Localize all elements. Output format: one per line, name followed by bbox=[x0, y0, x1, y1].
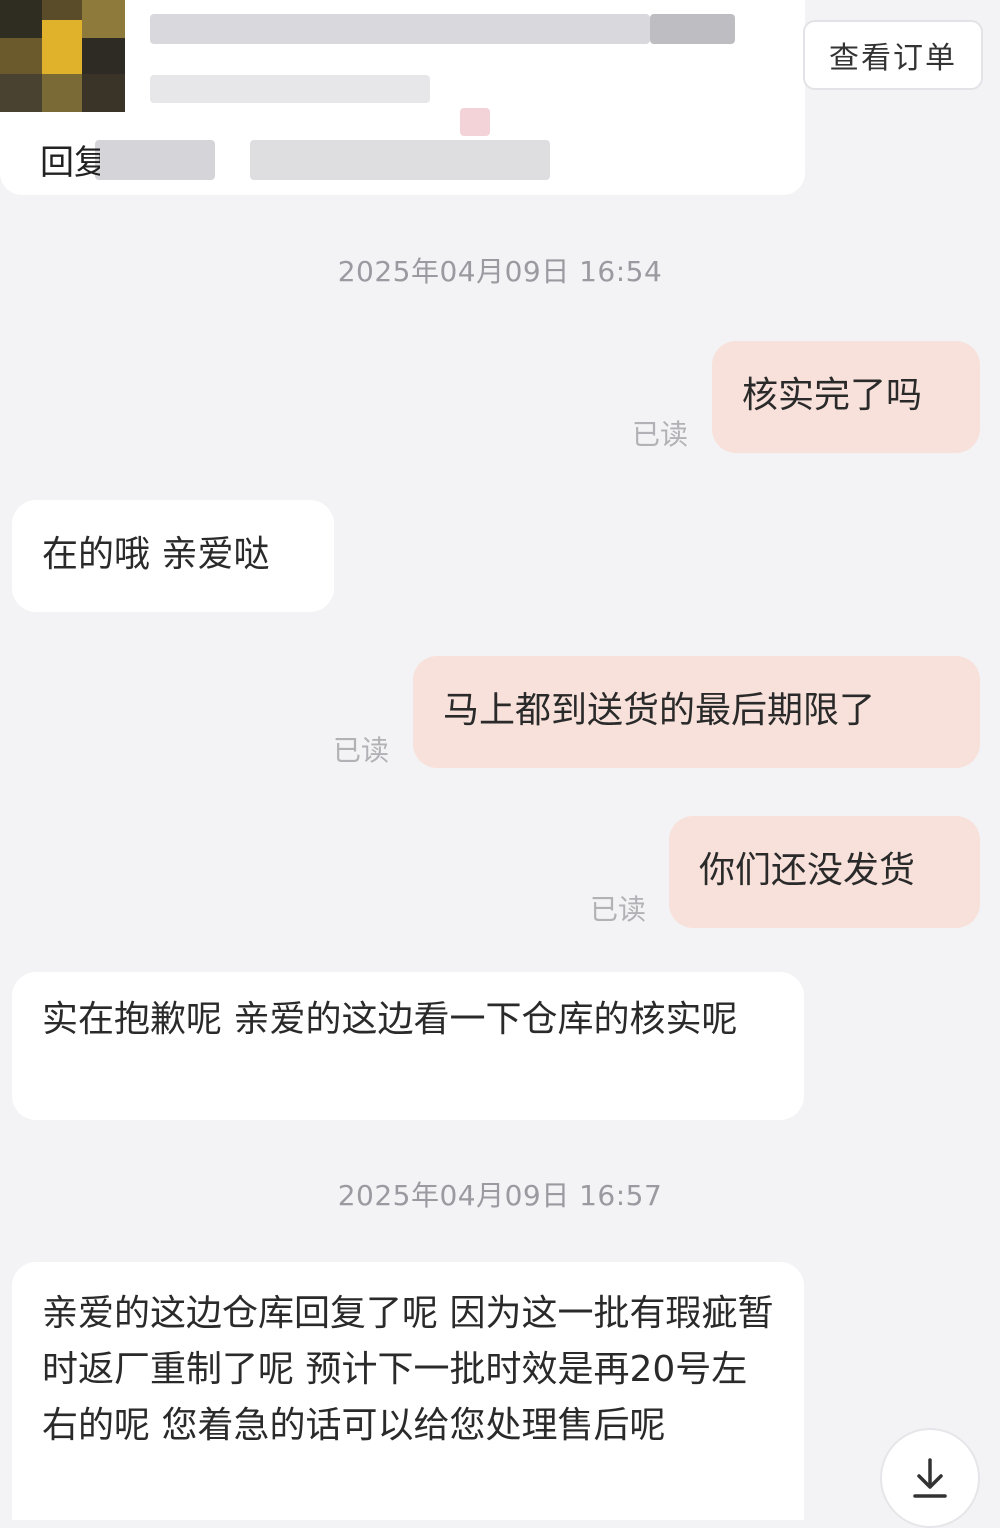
obscured-title bbox=[150, 14, 650, 44]
product-thumbnail bbox=[0, 0, 125, 112]
read-receipt: 已读 bbox=[590, 893, 647, 926]
scroll-to-bottom-button[interactable] bbox=[880, 1428, 980, 1528]
message-timestamp: 2025年04月09日 16:57 bbox=[337, 1179, 663, 1212]
obscured-price-mark bbox=[460, 108, 490, 136]
message-timestamp: 2025年04月09日 16:54 bbox=[337, 255, 663, 288]
arrow-down-to-line-icon bbox=[913, 1458, 947, 1498]
outgoing-message[interactable]: 马上都到送货的最后期限了 bbox=[413, 656, 980, 768]
chat-header: 回复 查看订单 bbox=[0, 0, 1000, 195]
read-receipt: 已读 bbox=[333, 734, 390, 767]
obscured-text bbox=[250, 140, 550, 180]
view-order-button[interactable]: 查看订单 bbox=[803, 20, 983, 90]
obscured-title-part bbox=[650, 14, 735, 44]
incoming-message[interactable]: 实在抱歉呢 亲爱的这边看一下仓库的核实呢 bbox=[12, 972, 804, 1120]
incoming-message[interactable]: 亲爱的这边仓库回复了呢 因为这一批有瑕疵暂时返厂重制了呢 预计下一批时效是再20… bbox=[12, 1262, 804, 1520]
outgoing-message[interactable]: 核实完了吗 bbox=[712, 341, 980, 453]
order-preview-label: 回复 bbox=[40, 143, 100, 183]
obscured-text bbox=[95, 140, 215, 180]
order-card[interactable]: 回复 bbox=[0, 0, 805, 195]
outgoing-message[interactable]: 你们还没发货 bbox=[669, 816, 980, 928]
incoming-message[interactable]: 在的哦 亲爱哒 bbox=[12, 500, 334, 612]
read-receipt: 已读 bbox=[632, 418, 689, 451]
obscured-subtitle bbox=[150, 75, 430, 103]
